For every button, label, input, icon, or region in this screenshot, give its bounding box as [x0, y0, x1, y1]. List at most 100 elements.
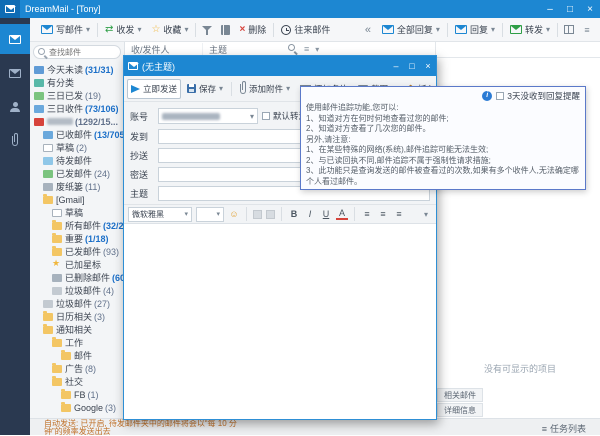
nav-contacts-button[interactable]	[0, 92, 30, 122]
close-button[interactable]: ×	[420, 56, 436, 76]
close-button[interactable]: ×	[580, 0, 600, 18]
folder-item[interactable]: 垃圾邮件 (27)	[30, 297, 124, 310]
tab-details[interactable]: 详细信息	[437, 403, 483, 417]
delete-button[interactable]: × 删除	[234, 19, 271, 41]
view-menu-icon[interactable]: ≡	[304, 44, 309, 54]
forward-button[interactable]: 转发 ▾	[505, 19, 555, 41]
chevron-down-icon: ▾	[491, 25, 495, 34]
folder-label: 已发邮件	[56, 167, 92, 180]
task-list-icon: ≡	[542, 424, 547, 434]
folder-item[interactable]: 邮件	[30, 349, 124, 362]
folder-item[interactable]: 广告 (8)	[30, 362, 124, 375]
folder-item[interactable]: (1292/15...	[30, 115, 124, 128]
reply-all-icon	[382, 25, 394, 34]
nav-mail-button[interactable]	[0, 24, 30, 54]
save-button[interactable]: 保存 ▾	[183, 79, 227, 99]
nav-attachments-button[interactable]	[0, 126, 30, 156]
folder-label: 已收邮件	[56, 128, 92, 141]
font-size-select[interactable]: ▾	[196, 207, 224, 222]
collapse-button[interactable]: «	[359, 19, 377, 41]
reply-button[interactable]: 回复 ▾	[450, 19, 500, 41]
folder-count: (3)	[105, 403, 116, 413]
maximize-button[interactable]: □	[404, 56, 420, 76]
folder-item[interactable]: 待发邮件	[30, 154, 124, 167]
maximize-button[interactable]: □	[560, 0, 580, 18]
folder-item[interactable]: 有分类	[30, 76, 124, 89]
tooltip-line: 另外,请注意:	[306, 135, 580, 146]
write-mail-button[interactable]: 写邮件 ▾	[36, 19, 95, 41]
folder-item[interactable]: 通知相关	[30, 323, 124, 336]
compose-body[interactable]	[124, 224, 436, 419]
folder-item[interactable]: 三日已发 (19)	[30, 89, 124, 102]
folder-item[interactable]: 草稿	[30, 206, 124, 219]
paste-icon[interactable]	[253, 210, 262, 219]
filter-button[interactable]	[198, 19, 216, 41]
folder-item[interactable]: 废纸篓 (11)	[30, 180, 124, 193]
tab-related-mails[interactable]: 相关邮件	[437, 388, 483, 402]
add-attachment-button[interactable]: 添加附件 ▾	[236, 79, 294, 99]
send-receive-button[interactable]: ⇄ 收发 ▾	[100, 19, 146, 41]
folder-count: (2)	[76, 143, 87, 153]
folder-item[interactable]: 所有邮件 (32/296)	[30, 219, 124, 232]
folder-item[interactable]: 垃圾邮件 (4)	[30, 284, 124, 297]
search-icon[interactable]	[288, 44, 298, 54]
task-list-button[interactable]: ≡ 任务列表	[542, 419, 600, 435]
font-color-button[interactable]: A	[336, 208, 348, 220]
folder-label: 重要	[65, 232, 83, 245]
folder-item[interactable]: Google (3)	[30, 401, 124, 414]
folder-item[interactable]: 已删除邮件 (60/159)	[30, 271, 124, 284]
minimize-button[interactable]: –	[388, 56, 404, 76]
favorites-button[interactable]: ☆ 收藏 ▾	[146, 19, 193, 41]
main-toolbar: 写邮件 ▾ ⇄ 收发 ▾ ☆ 收藏 ▾ × 删除 往来邮件 « 全部回复 ▾ 回…	[0, 18, 600, 42]
underline-button[interactable]: U	[320, 207, 332, 221]
send-now-button[interactable]: 立即发送	[127, 79, 181, 99]
minimize-button[interactable]: –	[540, 0, 560, 18]
folder-item[interactable]: 已收邮件 (13/705)	[30, 128, 124, 141]
align-right-button[interactable]: ≡	[393, 207, 405, 221]
italic-button[interactable]: I	[304, 207, 316, 221]
toolbar-overflow-button[interactable]: ▾	[420, 207, 432, 221]
align-center-button[interactable]: ≡	[377, 207, 389, 221]
correspondence-button[interactable]: 往来邮件	[276, 19, 335, 41]
listpane-tools: ≡ ▾	[288, 44, 319, 54]
reply-all-button[interactable]: 全部回复 ▾	[377, 19, 445, 41]
folder-item[interactable]: 工作	[30, 336, 124, 349]
clock-icon	[281, 25, 291, 35]
folder-item[interactable]: 日历相关 (3)	[30, 310, 124, 323]
folder-item[interactable]: 已加星标	[30, 258, 124, 271]
folder-icon	[52, 222, 62, 230]
menu-button[interactable]: ≡	[578, 19, 596, 41]
folder-icon	[34, 92, 44, 100]
folder-icon	[52, 339, 62, 347]
info-icon[interactable]: i	[482, 91, 492, 101]
folder-item[interactable]: FB (1)	[30, 388, 124, 401]
nav-inbox-button[interactable]	[0, 58, 30, 88]
folder-count: (1/18)	[85, 234, 109, 244]
send-receive-label: 收发	[116, 23, 134, 36]
folder-item[interactable]: 社交	[30, 375, 124, 388]
chevron-down-icon[interactable]: ▾	[315, 45, 319, 54]
divider	[231, 82, 232, 96]
search-input[interactable]	[49, 48, 109, 57]
folder-item[interactable]: 今天未读 (31/31)	[30, 63, 124, 76]
folder-item[interactable]: 草稿 (2)	[30, 141, 124, 154]
address-book-button[interactable]	[216, 19, 234, 41]
folder-item[interactable]: 已发邮件 (93)	[30, 245, 124, 258]
clipboard-icon[interactable]	[266, 210, 275, 219]
folder-item[interactable]: [Gmail]	[30, 193, 124, 206]
folder-item[interactable]: 三日收件 (73/106)	[30, 102, 124, 115]
bold-button[interactable]: B	[288, 207, 300, 221]
align-left-button[interactable]: ≡	[361, 207, 373, 221]
font-family-select[interactable]: 微软雅黑 ▾	[128, 207, 192, 222]
folder-item[interactable]: 重要 (1/18)	[30, 232, 124, 245]
reminder-checkbox[interactable]: 3天没收到回复提醒	[496, 90, 580, 102]
layout-button[interactable]	[560, 19, 578, 41]
chevron-down-icon: ▾	[86, 25, 90, 34]
chevron-down-icon: ▾	[184, 25, 188, 34]
folder-item[interactable]: 已发邮件 (24)	[30, 167, 124, 180]
emoji-icon[interactable]: ☺	[228, 207, 240, 221]
mail-search-box[interactable]	[33, 45, 121, 59]
mail-icon	[5, 5, 15, 13]
account-select[interactable]: ▾	[158, 108, 258, 124]
add-attachment-label: 添加附件	[249, 83, 283, 95]
